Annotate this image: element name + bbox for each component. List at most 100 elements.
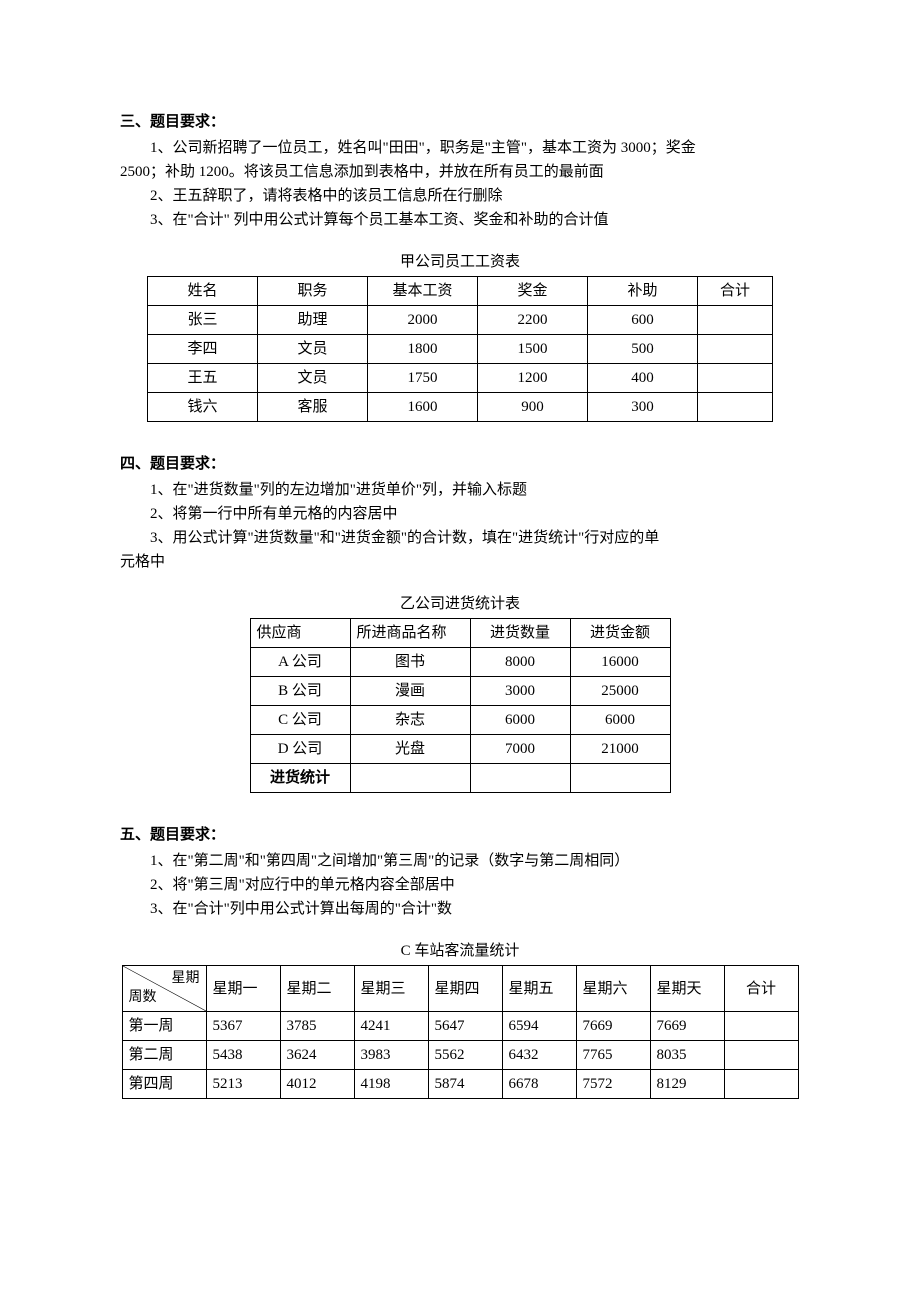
s3-item1-line1: 1、公司新招聘了一位员工，姓名叫"田田"，职务是"主管"，基本工资为 3000；… xyxy=(120,136,800,160)
s5-item2: 2、将"第三周"对应行中的单元格内容全部居中 xyxy=(120,873,800,897)
cell: 7572 xyxy=(576,1070,650,1099)
col-header: 姓名 xyxy=(148,277,258,306)
col-header: 星期六 xyxy=(576,966,650,1012)
table2-title: 乙公司进货统计表 xyxy=(120,592,800,616)
cell: 文员 xyxy=(258,364,368,393)
col-header: 供应商 xyxy=(250,619,350,648)
s4-item1: 1、在"进货数量"列的左边增加"进货单价"列，并输入标题 xyxy=(120,478,800,502)
col-header: 补助 xyxy=(588,277,698,306)
cell: 李四 xyxy=(148,335,258,364)
col-header: 星期二 xyxy=(280,966,354,1012)
cell: 600 xyxy=(588,306,698,335)
cell: 杂志 xyxy=(350,706,470,735)
cell: 1800 xyxy=(368,335,478,364)
cell: 6432 xyxy=(502,1041,576,1070)
cell: 钱六 xyxy=(148,393,258,422)
section-4-title: 四、题目要求： xyxy=(120,452,800,476)
col-header: 基本工资 xyxy=(368,277,478,306)
cell: 6678 xyxy=(502,1070,576,1099)
col-header: 进货金额 xyxy=(570,619,670,648)
col-header: 奖金 xyxy=(478,277,588,306)
table3-title: C 车站客流量统计 xyxy=(120,939,800,963)
s4-item3-line1: 3、用公式计算"进货数量"和"进货金额"的合计数，填在"进货统计"行对应的单 xyxy=(120,526,800,550)
cell: 张三 xyxy=(148,306,258,335)
table-row: 进货统计 xyxy=(250,764,670,793)
table-row: A 公司 图书 8000 16000 xyxy=(250,648,670,677)
s3-item2: 2、王五辞职了，请将表格中的该员工信息所在行删除 xyxy=(120,184,800,208)
col-header: 所进商品名称 xyxy=(350,619,470,648)
cell: 8000 xyxy=(470,648,570,677)
cell: 进货统计 xyxy=(250,764,350,793)
cell xyxy=(698,306,773,335)
cell: 7669 xyxy=(650,1012,724,1041)
cell: 2000 xyxy=(368,306,478,335)
cell: 1200 xyxy=(478,364,588,393)
purchase-table: 供应商 所进商品名称 进货数量 进货金额 A 公司 图书 8000 16000 … xyxy=(250,618,671,793)
col-header: 合计 xyxy=(698,277,773,306)
table-row: 第二周 5438 3624 3983 5562 6432 7765 8035 xyxy=(122,1041,798,1070)
cell xyxy=(698,364,773,393)
salary-table: 姓名 职务 基本工资 奖金 补助 合计 张三 助理 2000 2200 600 … xyxy=(147,276,773,422)
cell: 5647 xyxy=(428,1012,502,1041)
s4-item3-line2: 元格中 xyxy=(120,550,800,574)
cell: 4198 xyxy=(354,1070,428,1099)
cell: 5213 xyxy=(206,1070,280,1099)
cell: 25000 xyxy=(570,677,670,706)
s3-item3: 3、在"合计" 列中用公式计算每个员工基本工资、奖金和补助的合计值 xyxy=(120,208,800,232)
cell: 16000 xyxy=(570,648,670,677)
table-row: 钱六 客服 1600 900 300 xyxy=(148,393,773,422)
cell: 1600 xyxy=(368,393,478,422)
table-row: 张三 助理 2000 2200 600 xyxy=(148,306,773,335)
cell: 6000 xyxy=(570,706,670,735)
col-header: 星期一 xyxy=(206,966,280,1012)
s5-item1: 1、在"第二周"和"第四周"之间增加"第三周"的记录（数字与第二周相同） xyxy=(120,849,800,873)
col-header: 进货数量 xyxy=(470,619,570,648)
cell: 6594 xyxy=(502,1012,576,1041)
cell: C 公司 xyxy=(250,706,350,735)
col-header: 职务 xyxy=(258,277,368,306)
cell: 8035 xyxy=(650,1041,724,1070)
cell: D 公司 xyxy=(250,735,350,764)
cell: 1750 xyxy=(368,364,478,393)
col-header: 星期四 xyxy=(428,966,502,1012)
table-row: 第一周 5367 3785 4241 5647 6594 7669 7669 xyxy=(122,1012,798,1041)
cell: 5438 xyxy=(206,1041,280,1070)
traffic-table: 星期 周数 星期一 星期二 星期三 星期四 星期五 星期六 星期天 合计 第一周… xyxy=(122,965,799,1099)
table-row: 星期 周数 星期一 星期二 星期三 星期四 星期五 星期六 星期天 合计 xyxy=(122,966,798,1012)
cell: 3983 xyxy=(354,1041,428,1070)
cell: 5367 xyxy=(206,1012,280,1041)
table-row: 供应商 所进商品名称 进货数量 进货金额 xyxy=(250,619,670,648)
cell: 5562 xyxy=(428,1041,502,1070)
col-header: 星期三 xyxy=(354,966,428,1012)
cell: 漫画 xyxy=(350,677,470,706)
table-row: 姓名 职务 基本工资 奖金 补助 合计 xyxy=(148,277,773,306)
col-header: 星期天 xyxy=(650,966,724,1012)
cell: 5874 xyxy=(428,1070,502,1099)
cell xyxy=(724,1070,798,1099)
cell: 300 xyxy=(588,393,698,422)
table-row: 李四 文员 1800 1500 500 xyxy=(148,335,773,364)
cell: 第二周 xyxy=(122,1041,206,1070)
s3-item1-line2: 2500；补助 1200。将该员工信息添加到表格中，并放在所有员工的最前面 xyxy=(120,160,800,184)
cell: A 公司 xyxy=(250,648,350,677)
table-row: 第四周 5213 4012 4198 5874 6678 7572 8129 xyxy=(122,1070,798,1099)
diag-top-label: 星期 xyxy=(172,968,200,990)
cell: 3624 xyxy=(280,1041,354,1070)
cell: 6000 xyxy=(470,706,570,735)
col-header: 合计 xyxy=(724,966,798,1012)
cell: 4241 xyxy=(354,1012,428,1041)
cell: 王五 xyxy=(148,364,258,393)
s5-item3: 3、在"合计"列中用公式计算出每周的"合计"数 xyxy=(120,897,800,921)
cell: 400 xyxy=(588,364,698,393)
cell: 8129 xyxy=(650,1070,724,1099)
section-5-title: 五、题目要求： xyxy=(120,823,800,847)
cell xyxy=(724,1012,798,1041)
cell: 图书 xyxy=(350,648,470,677)
diag-bottom-label: 周数 xyxy=(129,987,157,1009)
cell: 900 xyxy=(478,393,588,422)
cell: 7765 xyxy=(576,1041,650,1070)
cell: 3000 xyxy=(470,677,570,706)
cell: 500 xyxy=(588,335,698,364)
cell: 第一周 xyxy=(122,1012,206,1041)
cell: 助理 xyxy=(258,306,368,335)
